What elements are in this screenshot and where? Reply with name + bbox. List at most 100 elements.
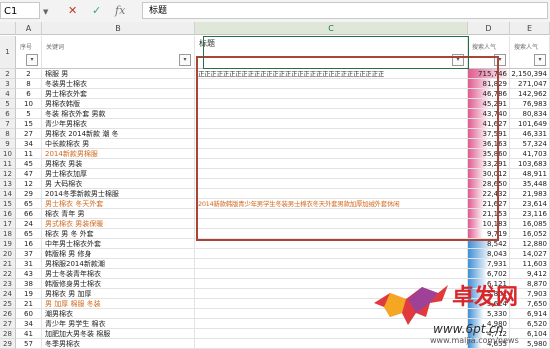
cell-serial[interactable]: 65 xyxy=(16,199,42,209)
cell-search-volume-2[interactable]: 16,052 xyxy=(510,229,550,239)
cell-keyword[interactable]: 男棉衣 男装 xyxy=(42,159,195,169)
row-number[interactable]: 25 xyxy=(0,299,16,309)
cell-serial[interactable]: 45 xyxy=(16,159,42,169)
x-icon[interactable]: ✕ xyxy=(68,3,77,18)
cell-search-volume-2[interactable]: 6,520 xyxy=(510,319,550,329)
check-icon[interactable]: ✓ xyxy=(92,3,101,18)
cell-keyword[interactable]: 男棉服2014新款潮 xyxy=(42,259,195,269)
cell-serial[interactable]: 5 xyxy=(16,109,42,119)
cell-keyword[interactable]: 潮男棉衣 xyxy=(42,309,195,319)
cell-title[interactable] xyxy=(195,259,468,269)
cell-keyword[interactable]: 韩版棉 男 修身 xyxy=(42,249,195,259)
row-number[interactable]: 29 xyxy=(0,339,16,349)
cell-search-volume-2[interactable]: 35,448 xyxy=(510,179,550,189)
cell-serial[interactable]: 31 xyxy=(16,259,42,269)
column-header-c[interactable]: C xyxy=(195,22,468,35)
cell-search-volume-2[interactable]: 11,603 xyxy=(510,259,550,269)
cell-keyword[interactable]: 男士棉衣 冬天外套 xyxy=(42,199,195,209)
row-number[interactable]: 13 xyxy=(0,179,16,189)
cell-title[interactable] xyxy=(195,339,468,349)
cell-serial[interactable]: 12 xyxy=(16,179,42,189)
column-header-e[interactable]: E xyxy=(510,22,550,35)
cell-keyword[interactable]: 男棉衣 2014新款 潮 冬 xyxy=(42,129,195,139)
cell-serial[interactable]: 10 xyxy=(16,99,42,109)
formula-input[interactable]: 标题 xyxy=(142,2,548,19)
select-all-corner[interactable] xyxy=(0,22,16,35)
cell-serial[interactable]: 66 xyxy=(16,209,42,219)
cell-serial[interactable]: 37 xyxy=(16,249,42,259)
cell-serial[interactable]: 38 xyxy=(16,279,42,289)
cell-serial[interactable]: 60 xyxy=(16,309,42,319)
cell-keyword[interactable]: 棉衣 青年 男 xyxy=(42,209,195,219)
cell-search-volume-2[interactable]: 48,911 xyxy=(510,169,550,179)
cell-search-volume[interactable]: 6,702 xyxy=(468,269,510,279)
cell-keyword[interactable]: 男 大码棉衣 xyxy=(42,179,195,189)
row-number[interactable]: 2 xyxy=(0,69,16,79)
row-number[interactable]: 10 xyxy=(0,149,16,159)
cell-search-volume-2[interactable]: 103,683 xyxy=(510,159,550,169)
cell-search-volume-2[interactable]: 16,085 xyxy=(510,219,550,229)
row-number[interactable]: 4 xyxy=(0,89,16,99)
cell-keyword[interactable]: 男棉衣韩版 xyxy=(42,99,195,109)
cell-keyword[interactable]: 男士棉衣加厚 xyxy=(42,169,195,179)
cell-keyword[interactable]: 棉衣 男 冬 外套 xyxy=(42,229,195,239)
row-number[interactable]: 11 xyxy=(0,159,16,169)
cell-serial[interactable]: 41 xyxy=(16,329,42,339)
active-cell-c1[interactable] xyxy=(203,36,469,69)
row-number[interactable]: 5 xyxy=(0,99,16,109)
row-number[interactable]: 26 xyxy=(0,309,16,319)
row-number[interactable]: 20 xyxy=(0,249,16,259)
cell-search-volume[interactable]: 8,043 xyxy=(468,249,510,259)
cell-search-volume-2[interactable]: 23,116 xyxy=(510,209,550,219)
row-number[interactable]: 14 xyxy=(0,189,16,199)
cell-serial[interactable]: 47 xyxy=(16,169,42,179)
column-header-a[interactable]: A xyxy=(16,22,42,35)
cell-keyword[interactable]: 青少年男棉衣 xyxy=(42,119,195,129)
cell-serial[interactable]: 16 xyxy=(16,239,42,249)
cell-search-volume-2[interactable]: 57,324 xyxy=(510,139,550,149)
row-number[interactable]: 7 xyxy=(0,119,16,129)
cell-search-volume-2[interactable]: 101,649 xyxy=(510,119,550,129)
cell-search-volume-2[interactable]: 271,047 xyxy=(510,79,550,89)
cell-serial[interactable]: 21 xyxy=(16,299,42,309)
row-number[interactable]: 28 xyxy=(0,329,16,339)
cell-keyword[interactable]: 冬装 棉衣外套 男款 xyxy=(42,109,195,119)
cell-serial[interactable]: 6 xyxy=(16,89,42,99)
cell-serial[interactable]: 11 xyxy=(16,149,42,159)
cell-serial[interactable]: 43 xyxy=(16,269,42,279)
filter-dropdown-icon[interactable]: ▾ xyxy=(179,54,191,66)
cell-search-volume-2[interactable]: 23,614 xyxy=(510,199,550,209)
row-number[interactable]: 24 xyxy=(0,289,16,299)
cell-keyword[interactable]: 男 加厚 棉服 冬装 xyxy=(42,299,195,309)
cell-search-volume-2[interactable]: 142,962 xyxy=(510,89,550,99)
row-number[interactable]: 16 xyxy=(0,209,16,219)
chevron-down-icon[interactable]: ▼ xyxy=(43,8,48,16)
header-cell-a[interactable]: 序号 ▾ xyxy=(16,36,42,69)
cell-serial[interactable]: 24 xyxy=(16,219,42,229)
row-number[interactable]: 9 xyxy=(0,139,16,149)
cell-title[interactable] xyxy=(195,329,468,339)
cell-keyword[interactable]: 男棉衣 男 加厚 xyxy=(42,289,195,299)
cell-title[interactable] xyxy=(195,249,468,259)
cell-keyword[interactable]: 韩版修身男士棉衣 xyxy=(42,279,195,289)
filter-dropdown-icon[interactable]: ▾ xyxy=(534,54,546,66)
cell-serial[interactable]: 2 xyxy=(16,69,42,79)
row-number[interactable]: 17 xyxy=(0,219,16,229)
cell-keyword[interactable]: 男式棉衣 男装保暖 xyxy=(42,219,195,229)
cell-search-volume-2[interactable]: 41,703 xyxy=(510,149,550,159)
header-cell-b[interactable]: 关键词 ▾ xyxy=(42,36,195,69)
cell-serial[interactable]: 34 xyxy=(16,139,42,149)
cell-keyword[interactable]: 中年男士棉衣外套 xyxy=(42,239,195,249)
cell-serial[interactable]: 27 xyxy=(16,129,42,139)
row-number[interactable]: 6 xyxy=(0,109,16,119)
cell-keyword[interactable]: 青少年 男学生 棉衣 xyxy=(42,319,195,329)
cell-keyword[interactable]: 2014新款男棉服 xyxy=(42,149,195,159)
cell-keyword[interactable]: 男士冬装青年棉衣 xyxy=(42,269,195,279)
cell-serial[interactable]: 29 xyxy=(16,189,42,199)
cell-serial[interactable]: 8 xyxy=(16,79,42,89)
cell-title[interactable] xyxy=(195,269,468,279)
row-number[interactable]: 19 xyxy=(0,239,16,249)
cell-serial[interactable]: 65 xyxy=(16,229,42,239)
column-header-d[interactable]: D xyxy=(468,22,510,35)
row-number[interactable]: 27 xyxy=(0,319,16,329)
